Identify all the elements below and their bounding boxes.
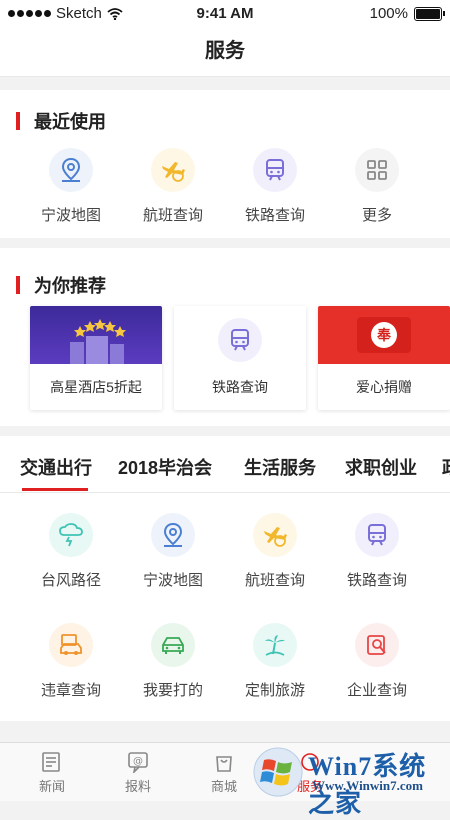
status-bar: Sketch 9:41 AM 100%	[0, 0, 450, 28]
map-pin-icon	[151, 513, 195, 557]
section-marker	[16, 112, 20, 130]
shopping-bag-icon	[216, 756, 232, 772]
bottom-tab-label: 新闻	[38, 779, 65, 794]
taxi-icon	[151, 623, 195, 667]
grid-icon	[355, 148, 399, 192]
train-icon	[218, 318, 262, 362]
service-tour[interactable]: 定制旅游	[224, 623, 326, 700]
section-marker	[16, 276, 20, 294]
envelope-shape: 奉	[357, 317, 411, 353]
service-enterprise[interactable]: 企业查询	[326, 623, 428, 700]
card-label: 铁路查询	[212, 379, 268, 395]
service-label: 台风路径	[40, 572, 101, 589]
nav-bar: 服务	[0, 28, 450, 77]
recent-title: 最近使用	[16, 108, 106, 134]
map-pin-icon	[49, 148, 93, 192]
bottom-tab-report[interactable]: @ 报料	[108, 751, 168, 795]
watermark: Win7系统之家 Www.Winwin7.com	[250, 742, 450, 818]
service-label: 定制旅游	[244, 682, 305, 699]
service-typhoon[interactable]: 台风路径	[20, 513, 122, 590]
service-label: 航班查询	[244, 572, 305, 589]
services-row-2: 违章查询 我要打的 定制旅游 企业查询	[20, 623, 450, 700]
tab-life[interactable]: 生活服务	[244, 454, 316, 480]
recent-item-label: 更多	[361, 207, 392, 224]
bottom-tab-mall[interactable]: 商城	[194, 751, 254, 795]
service-label: 我要打的	[142, 682, 203, 699]
recent-item-more[interactable]: 更多	[326, 148, 428, 225]
recent-item-train[interactable]: 铁路查询	[224, 148, 326, 225]
recent-item-label: 航班查询	[142, 207, 203, 224]
recent-grid: 宁波地图 航班查询 铁路查询 更多	[20, 148, 450, 225]
card-hotel[interactable]: 高星酒店5折起	[30, 306, 162, 410]
card-train-image	[174, 306, 306, 364]
page-title: 服务	[205, 40, 245, 62]
train-icon	[253, 148, 297, 192]
service-flight[interactable]: 航班查询	[224, 513, 326, 590]
battery-icon	[414, 6, 445, 21]
bottom-tab-label: 报料	[124, 779, 151, 794]
service-train[interactable]: 铁路查询	[326, 513, 428, 590]
service-label: 铁路查询	[346, 572, 407, 589]
battery-percent: 100%	[369, 5, 408, 22]
card-label: 爱心捐赠	[356, 379, 412, 395]
recent-item-label: 铁路查询	[244, 207, 305, 224]
service-label: 违章查询	[40, 682, 101, 699]
battery-area: 100%	[369, 5, 445, 22]
recent-section: 最近使用 宁波地图 航班查询 铁路查询 更多	[0, 90, 450, 238]
recent-item-flight[interactable]: 航班查询	[122, 148, 224, 225]
car-violation-icon	[49, 623, 93, 667]
service-map[interactable]: 宁波地图	[122, 513, 224, 590]
recent-item-map[interactable]: 宁波地图	[20, 148, 122, 225]
recommend-cards: 高星酒店5折起 铁路查询 奉 爱心捐赠	[30, 306, 450, 410]
recommend-title: 为你推荐	[16, 272, 106, 298]
envelope-badge: 奉	[371, 322, 397, 348]
service-taxi[interactable]: 我要打的	[122, 623, 224, 700]
watermark-url: Www.Winwin7.com	[312, 778, 423, 793]
enterprise-search-icon	[355, 623, 399, 667]
palm-tree-icon	[253, 623, 297, 667]
airplane-icon	[253, 513, 297, 557]
service-violation[interactable]: 违章查询	[20, 623, 122, 700]
bottom-tab-news[interactable]: 新闻	[22, 751, 82, 795]
card-label: 高星酒店5折起	[50, 379, 142, 395]
tab-gov[interactable]: 政	[442, 454, 450, 480]
tab-expo[interactable]: 2018毕治会	[118, 454, 212, 480]
hotel-icon	[30, 306, 162, 364]
bottom-tab-label: 商城	[210, 779, 237, 794]
recent-item-label: 宁波地图	[40, 207, 101, 224]
card-train[interactable]: 铁路查询	[174, 306, 306, 410]
service-label: 企业查询	[346, 682, 407, 699]
card-donate[interactable]: 奉 爱心捐赠	[318, 306, 450, 410]
svg-text:@: @	[133, 756, 143, 767]
tab-traffic[interactable]: 交通出行	[20, 454, 92, 480]
typhoon-icon	[49, 513, 93, 557]
newspaper-icon	[42, 752, 60, 772]
airplane-icon	[151, 148, 195, 192]
services-section: 台风路径 宁波地图 航班查询 铁路查询 违章查询 我要打的 定制旅游 企业查询	[0, 493, 450, 721]
services-row-1: 台风路径 宁波地图 航班查询 铁路查询	[20, 513, 450, 590]
red-envelope-icon: 奉	[318, 306, 450, 364]
tab-jobs[interactable]: 求职创业	[345, 454, 417, 480]
category-tabs: 交通出行 2018毕治会 生活服务 求职创业 政	[0, 436, 450, 493]
tab-underline	[22, 488, 88, 491]
recommend-title-text: 为你推荐	[34, 276, 106, 296]
service-label: 宁波地图	[142, 572, 203, 589]
train-icon	[355, 513, 399, 557]
report-icon: @	[128, 752, 148, 773]
windows-logo-icon	[253, 747, 303, 797]
recent-title-text: 最近使用	[34, 112, 106, 132]
